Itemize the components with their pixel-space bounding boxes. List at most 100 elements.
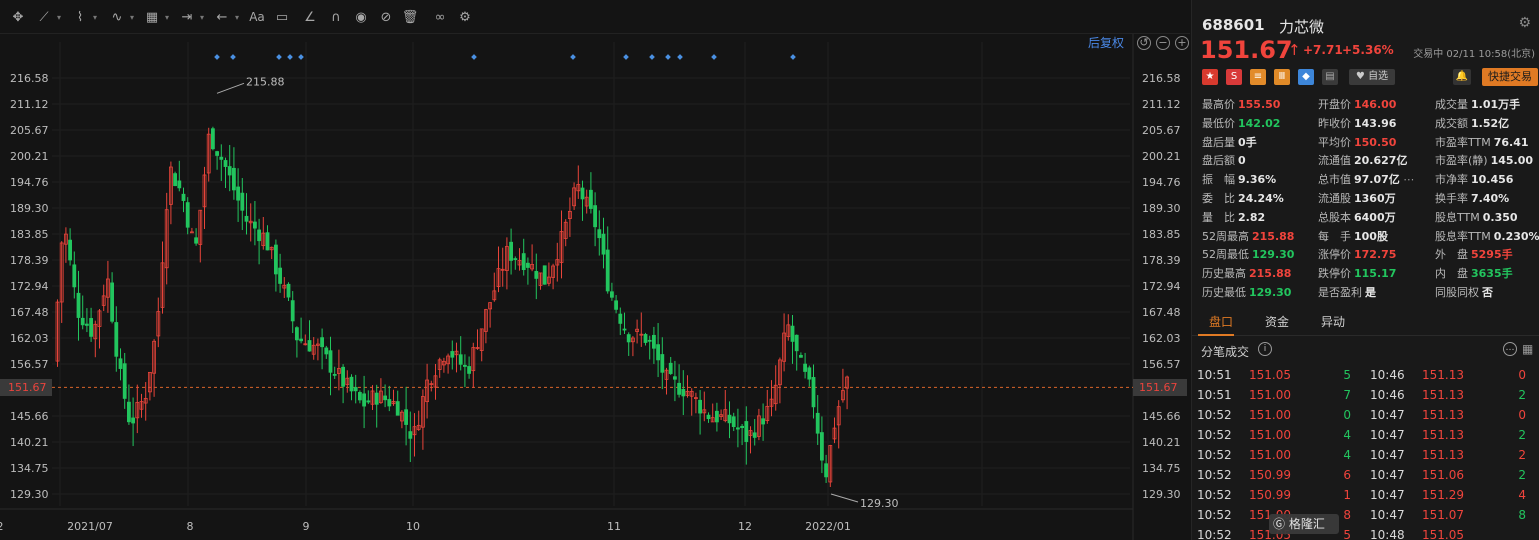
chevron-down-icon[interactable]: ▾ <box>55 8 63 26</box>
price-tick-left: 183.85 <box>10 228 49 241</box>
hide-icon[interactable]: ⊘ <box>376 8 396 26</box>
trade-time: 10:52 <box>1197 488 1232 502</box>
candle-down <box>307 340 312 352</box>
stat-value: 129.30 <box>1249 286 1292 299</box>
trade-time: 10:47 <box>1370 408 1405 422</box>
eye-icon[interactable]: ◉ <box>351 8 371 26</box>
stat-item: 盘后额 0 <box>1202 152 1246 170</box>
candle-down <box>273 244 278 275</box>
stat-label: 52周最低 <box>1202 248 1249 262</box>
zoom-out-icon[interactable]: − <box>1156 36 1170 50</box>
candle-down <box>794 334 799 352</box>
margin-icon[interactable]: S <box>1226 69 1242 85</box>
drawing-toolbar: ✥ ⟋ ▾ ⌇ ▾ ∿ ▾ ▦ ▾ ⇥ ▾ ← ▾ Aa ▭ ∠ ∩ ◉ ⊘ 🗑… <box>0 0 1190 34</box>
event-marker <box>711 54 717 60</box>
candle-down <box>185 202 190 228</box>
trade-price: 151.00 <box>1249 428 1291 442</box>
stat-label: 振 幅 <box>1202 173 1235 187</box>
candle-down <box>286 283 291 298</box>
candle-down <box>715 410 719 423</box>
candle-down <box>118 358 123 369</box>
trade-volume: 4 <box>1518 488 1526 502</box>
event-marker <box>570 54 576 60</box>
zoom-in-icon[interactable]: + <box>1175 36 1189 50</box>
stat-label: 同股同权 <box>1435 286 1479 299</box>
arrow-icon[interactable]: ← <box>212 8 232 26</box>
candle-down <box>89 318 93 337</box>
layout-grid-icon[interactable]: ▦ <box>1522 342 1533 356</box>
measure-icon[interactable]: ⇥ <box>177 8 197 26</box>
price-tick-right: 145.66 <box>1142 410 1181 423</box>
adjust-mode-label[interactable]: 后复权 <box>1088 34 1124 51</box>
move-icon[interactable]: ✥ <box>8 8 28 26</box>
add-watchlist-button[interactable]: ♥ 自选 <box>1349 69 1395 85</box>
candle-down <box>790 325 795 342</box>
stat-label: 总市值 <box>1318 173 1351 187</box>
trading-status: 交易中 02/11 10:58(北京) <box>1413 49 1535 60</box>
more-icon[interactable]: ⋯ <box>1400 173 1414 186</box>
more-icon[interactable]: … <box>1503 342 1517 356</box>
stat-value: 否 <box>1482 286 1493 299</box>
stat-value: 20.627亿 <box>1354 154 1408 168</box>
candle-down <box>299 338 304 342</box>
kline-chart[interactable]: 216.58 216.58 211.12 211.12 205.67 205.67 200.… <box>0 34 1190 540</box>
stat-item: 最低价 142.02 <box>1202 115 1280 133</box>
trade-volume: 4 <box>1343 448 1351 462</box>
stock-connect-icon[interactable]: ≡ <box>1250 69 1266 85</box>
candle-down <box>110 282 114 322</box>
chevron-down-icon[interactable]: ▾ <box>128 8 136 26</box>
event-marker <box>471 54 477 60</box>
trash-icon[interactable]: 🗑 <box>400 8 420 26</box>
price-tick-left: 172.94 <box>10 280 49 293</box>
settings-icon[interactable]: ⚙ <box>455 8 475 26</box>
stat-item: 跌停价 115.17 <box>1318 265 1396 283</box>
line-tool-icon[interactable]: ⟋ <box>34 8 54 26</box>
stat-value: 115.17 <box>1354 267 1397 281</box>
wave-tool-icon[interactable]: ∿ <box>107 8 127 26</box>
stat-value: 1.52亿 <box>1471 116 1510 130</box>
price-tick-left: 162.03 <box>10 332 49 345</box>
chevron-down-icon[interactable]: ▾ <box>91 8 99 26</box>
note-icon[interactable]: ▤ <box>1322 69 1338 85</box>
candle-down <box>820 432 824 461</box>
watchlist-label: 自选 <box>1368 71 1389 82</box>
stat-value: 5295手 <box>1471 248 1513 262</box>
stat-item: 市盈率(静) 145.00 <box>1435 152 1533 170</box>
fund-icon[interactable]: Ⅲ <box>1274 69 1290 85</box>
trade-time: 10:51 <box>1197 388 1232 402</box>
candle-down <box>357 392 362 401</box>
chevron-down-icon[interactable]: ▾ <box>233 8 241 26</box>
settings-icon[interactable]: ⚙ <box>1518 15 1531 31</box>
undo-icon[interactable]: ↺ <box>1137 36 1151 50</box>
fib-icon[interactable]: ▦ <box>142 8 162 26</box>
candle-down <box>589 189 593 209</box>
kline-chart-svg[interactable]: 216.58 216.58 211.12 211.12 205.67 205.67 200.… <box>0 34 1190 540</box>
polyline-icon[interactable]: ⌇ <box>70 8 90 26</box>
magnet-icon[interactable]: ∩ <box>326 8 346 26</box>
link-icon[interactable]: ∞ <box>430 8 450 26</box>
price-tick-right: 205.67 <box>1142 124 1181 137</box>
chevron-down-icon[interactable]: ▾ <box>163 8 171 26</box>
trade-price: 151.13 <box>1422 408 1464 422</box>
tag-icon[interactable]: ◆ <box>1298 69 1314 85</box>
ruler-icon[interactable]: ∠ <box>300 8 320 26</box>
stat-label: 量 比 <box>1202 210 1235 224</box>
text-icon[interactable]: Aa <box>247 8 267 26</box>
trade-volume: 7 <box>1343 388 1351 402</box>
trade-price: 151.29 <box>1422 488 1464 502</box>
stat-value: 1360万 <box>1354 192 1396 205</box>
candle-down <box>231 167 236 191</box>
candle-down <box>815 412 820 434</box>
alert-bell-icon[interactable]: 🔔 <box>1453 69 1471 85</box>
candle-down <box>127 401 131 423</box>
stat-label: 市盈率TTM <box>1435 135 1491 149</box>
note-icon[interactable]: ▭ <box>272 8 292 26</box>
chevron-down-icon[interactable]: ▾ <box>198 8 206 26</box>
tab-alerts[interactable]: 异动 <box>1321 313 1345 330</box>
quick-trade-button[interactable]: 快捷交易 <box>1482 68 1538 86</box>
trade-price: 151.13 <box>1422 448 1464 462</box>
tab-capital[interactable]: 资金 <box>1265 313 1289 330</box>
tab-order-book[interactable]: 盘口 <box>1209 313 1233 330</box>
candle-down <box>605 249 610 292</box>
info-icon[interactable]: i <box>1258 342 1272 356</box>
